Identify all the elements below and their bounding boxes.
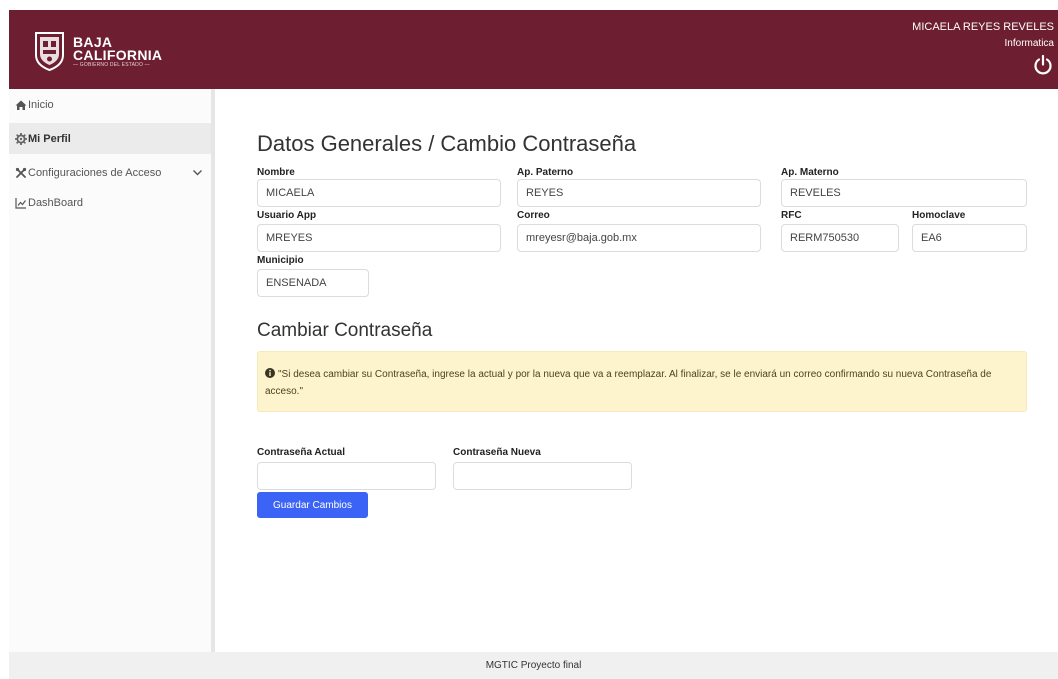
gear-icon: [15, 132, 27, 145]
usuario-field[interactable]: MREYES: [257, 224, 501, 252]
sidebar-item-label: Mi Perfil: [28, 132, 71, 145]
footer: MGTIC Proyecto final: [9, 652, 1058, 679]
home-icon: [15, 100, 27, 110]
new-password-input[interactable]: [453, 462, 632, 490]
brand-logo[interactable]: BAJA CALIFORNIA — GOBIERNO DEL ESTADO —: [33, 29, 193, 73]
municipio-label: Municipio: [257, 255, 304, 266]
info-alert: "Si desea cambiar su Contraseña, ingrese…: [257, 351, 1027, 412]
usuario-label: Usuario App: [257, 210, 317, 221]
paterno-label: Ap. Paterno: [517, 167, 574, 178]
user-department: Informatica: [1004, 38, 1054, 49]
section-title-password: Cambiar Contraseña: [257, 320, 433, 341]
power-icon[interactable]: [1033, 54, 1053, 76]
chevron-down-icon[interactable]: [192, 167, 203, 178]
brand-subtitle: — GOBIERNO DEL ESTADO —: [73, 62, 150, 68]
info-icon: [265, 368, 275, 378]
brand-line2: CALIFORNIA: [73, 47, 163, 63]
sidebar-item-label: DashBoard: [28, 196, 84, 209]
rfc-label: RFC: [781, 210, 802, 221]
homoclave-label: Homoclave: [912, 210, 966, 221]
materno-field[interactable]: REVELES: [781, 179, 1027, 207]
save-changes-button[interactable]: Guardar Cambios: [257, 492, 368, 518]
municipio-field[interactable]: ENSENADA: [257, 269, 369, 297]
main-content: Datos Generales / Cambio Contraseña Nomb…: [215, 89, 1058, 652]
top-header: BAJA CALIFORNIA — GOBIERNO DEL ESTADO — …: [9, 10, 1058, 89]
paterno-field[interactable]: REYES: [517, 179, 761, 207]
homoclave-field[interactable]: EA6: [912, 224, 1027, 252]
user-name: MICAELA REYES REVELES: [912, 21, 1054, 33]
chart-icon: [15, 197, 26, 209]
nombre-label: Nombre: [257, 167, 295, 178]
sidebar-item-label: Configuraciones de Acceso: [28, 166, 162, 179]
materno-label: Ap. Materno: [781, 167, 839, 178]
page-title: Datos Generales / Cambio Contraseña: [257, 131, 637, 156]
correo-label: Correo: [517, 210, 550, 221]
sidebar-item-mi-perfil[interactable]: Mi Perfil: [9, 123, 211, 154]
new-password-label: Contraseña Nueva: [453, 447, 541, 458]
coat-of-arms-icon: [35, 32, 64, 71]
current-password-label: Contraseña Actual: [257, 447, 345, 458]
nombre-field[interactable]: MICAELA: [257, 179, 501, 207]
sidebar: Inicio Mi Perfil Configuraciones de Acce…: [9, 89, 215, 652]
current-password-input[interactable]: [257, 462, 436, 490]
sidebar-item-inicio[interactable]: Inicio: [9, 89, 211, 120]
settings-icon: [15, 167, 27, 178]
sidebar-item-label: Inicio: [28, 98, 54, 111]
rfc-field[interactable]: RERM750530: [781, 224, 899, 252]
sidebar-item-dashboard[interactable]: DashBoard: [9, 187, 211, 218]
alert-text: "Si desea cambiar su Contraseña, ingrese…: [265, 369, 992, 397]
correo-field[interactable]: mreyesr@baja.gob.mx: [517, 224, 761, 252]
sidebar-item-configuraciones[interactable]: Configuraciones de Acceso: [9, 157, 211, 188]
